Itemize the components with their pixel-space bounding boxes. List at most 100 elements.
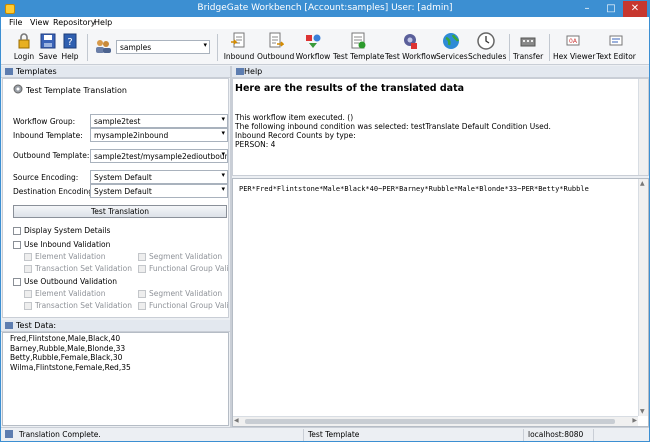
transfer-button[interactable]: Transfer <box>513 31 543 64</box>
schedules-button[interactable]: Schedules <box>468 31 506 64</box>
panel-icon <box>5 68 13 75</box>
status-server: localhost:8080 <box>523 429 593 441</box>
help-panel-header: Help <box>232 66 649 78</box>
toolbar-separator <box>509 34 510 61</box>
toolbar: Login Save ? Help samples ▾ Inbound Outb… <box>1 29 649 65</box>
login-button[interactable]: Login <box>11 31 37 64</box>
status-icon <box>5 430 13 438</box>
horizontal-scroll-thumb[interactable] <box>245 419 615 424</box>
panel-icon <box>236 68 244 75</box>
inbound-icon <box>231 32 245 48</box>
menu-bar: File View Repository Help <box>1 17 649 29</box>
globe-icon <box>443 33 460 49</box>
title-bar: BridgeGate Workbench [Account:samples] U… <box>1 1 649 17</box>
maximize-icon[interactable]: □ <box>599 1 623 17</box>
close-icon[interactable]: ✕ <box>623 1 647 17</box>
workflow-icon <box>306 34 321 48</box>
destination-encoding-select[interactable]: System Default ▾ <box>90 184 228 198</box>
panel-icon <box>5 322 13 329</box>
text-editor-button[interactable]: Text Editor <box>595 31 637 64</box>
svg-text:?: ? <box>67 37 72 48</box>
menu-view[interactable]: View <box>30 18 49 27</box>
use-outbound-validation-checkbox[interactable] <box>13 278 21 286</box>
gear-icon <box>13 84 23 94</box>
inbound-functional-group-validation-checkbox[interactable] <box>138 265 146 273</box>
test-template-icon <box>351 32 366 49</box>
test-data-header: Test Data: <box>1 320 230 332</box>
app-window: BridgeGate Workbench [Account:samples] U… <box>0 0 650 442</box>
scroll-up-icon[interactable]: ▲ <box>640 180 645 187</box>
test-data-line: Barney,Rubble,Male,Blonde,33 <box>10 343 126 353</box>
panel-heading: Test Template Translation <box>26 86 127 95</box>
inbound-element-validation-checkbox[interactable] <box>24 253 32 261</box>
toolbar-separator <box>549 34 550 61</box>
source-encoding-label: Source Encoding: <box>13 173 79 182</box>
chevron-down-icon: ▾ <box>221 129 225 137</box>
workflow-group-label: Workflow Group: <box>13 117 76 126</box>
output-horizontal-scrollbar[interactable]: ◀ ▶ <box>233 416 638 426</box>
chevron-down-icon: ▾ <box>221 115 225 123</box>
test-data-textarea[interactable]: Fred,Flintstone,Male,Black,40 Barney,Rub… <box>2 332 229 426</box>
floppy-disk-icon <box>40 33 56 49</box>
clock-icon <box>477 32 495 50</box>
menu-file[interactable]: File <box>9 18 22 27</box>
help-line: Inbound Record Counts by type: <box>235 131 356 140</box>
chevron-down-icon: ▾ <box>221 150 225 158</box>
test-template-button[interactable]: Test Template <box>333 31 384 64</box>
output-vertical-scrollbar[interactable]: ▲ ▼ <box>638 179 648 416</box>
inbound-segment-validation-checkbox[interactable] <box>138 253 146 261</box>
users-icon <box>96 40 111 53</box>
toolbar-separator <box>217 34 218 61</box>
chevron-down-icon: ▾ <box>221 185 225 193</box>
outbound-template-select[interactable]: sample2test/mysample2edioutbound ▾ <box>90 149 228 163</box>
scroll-right-icon[interactable]: ▶ <box>632 417 637 424</box>
toolbar-separator <box>87 34 88 61</box>
services-button[interactable]: Services <box>436 31 468 64</box>
destination-encoding-label: Destination Encoding: <box>13 187 96 196</box>
test-translation-button[interactable]: Test Translation <box>13 205 227 218</box>
test-data-line: Wilma,Flintstone,Female,Red,35 <box>10 362 131 372</box>
inbound-template-select[interactable]: mysample2inbound ▾ <box>90 128 228 142</box>
test-workflow-icon <box>404 34 417 49</box>
workflow-group-select[interactable]: sample2test ▾ <box>90 114 228 128</box>
window-title: BridgeGate Workbench [Account:samples] U… <box>197 3 453 13</box>
source-encoding-select[interactable]: System Default ▾ <box>90 170 228 184</box>
test-workflow-button[interactable]: Test Workflow <box>385 31 437 64</box>
templates-panel-header: Templates <box>1 66 230 78</box>
outbound-button[interactable]: Outbound <box>257 31 294 64</box>
text-editor-icon <box>609 35 623 46</box>
save-button[interactable]: Save <box>37 31 59 64</box>
help-scrollbar[interactable] <box>638 79 648 175</box>
hex-viewer-button[interactable]: 0A Hex Viewer <box>553 31 595 64</box>
chevron-down-icon: ▾ <box>221 171 225 179</box>
status-message: Translation Complete. <box>19 430 101 439</box>
outbound-element-validation-checkbox[interactable] <box>24 290 32 298</box>
outbound-functional-group-validation-checkbox[interactable] <box>138 302 146 310</box>
hex-viewer-icon: 0A <box>566 35 580 46</box>
scroll-left-icon[interactable]: ◀ <box>234 417 239 424</box>
outbound-segment-validation-checkbox[interactable] <box>138 290 146 298</box>
minimize-icon[interactable]: – <box>575 1 599 17</box>
test-data-line: Betty,Rubble,Female,Black,30 <box>10 353 123 362</box>
use-inbound-validation-checkbox[interactable] <box>13 241 21 249</box>
output-text: PER*Fred*Flintstone*Male*Black*40~PER*Ba… <box>239 185 589 193</box>
help-button[interactable]: ? Help <box>59 31 81 64</box>
scroll-down-icon[interactable]: ▼ <box>640 408 645 415</box>
svg-text:0A: 0A <box>569 38 578 45</box>
lock-icon <box>18 33 30 49</box>
display-system-details-checkbox[interactable] <box>13 227 21 235</box>
menu-repository[interactable]: Repository <box>53 18 96 27</box>
account-select[interactable]: samples ▾ <box>116 40 210 54</box>
outbound-transaction-set-validation-checkbox[interactable] <box>24 302 32 310</box>
help-title: Here are the results of the translated d… <box>235 83 465 94</box>
menu-help[interactable]: Help <box>94 18 112 27</box>
help-content: Here are the results of the translated d… <box>232 78 649 176</box>
status-bar: Translation Complete. Test Template loca… <box>1 427 649 441</box>
help-line: PERSON: 4 <box>235 140 276 149</box>
workflow-button[interactable]: Workflow <box>295 31 331 64</box>
inbound-transaction-set-validation-checkbox[interactable] <box>24 265 32 273</box>
outbound-template-label: Outbound Template: <box>13 151 90 160</box>
inbound-button[interactable]: Inbound <box>223 31 255 64</box>
output-textarea[interactable]: PER*Fred*Flintstone*Male*Black*40~PER*Ba… <box>232 178 649 427</box>
help-line: This workflow item executed. () <box>235 113 354 122</box>
